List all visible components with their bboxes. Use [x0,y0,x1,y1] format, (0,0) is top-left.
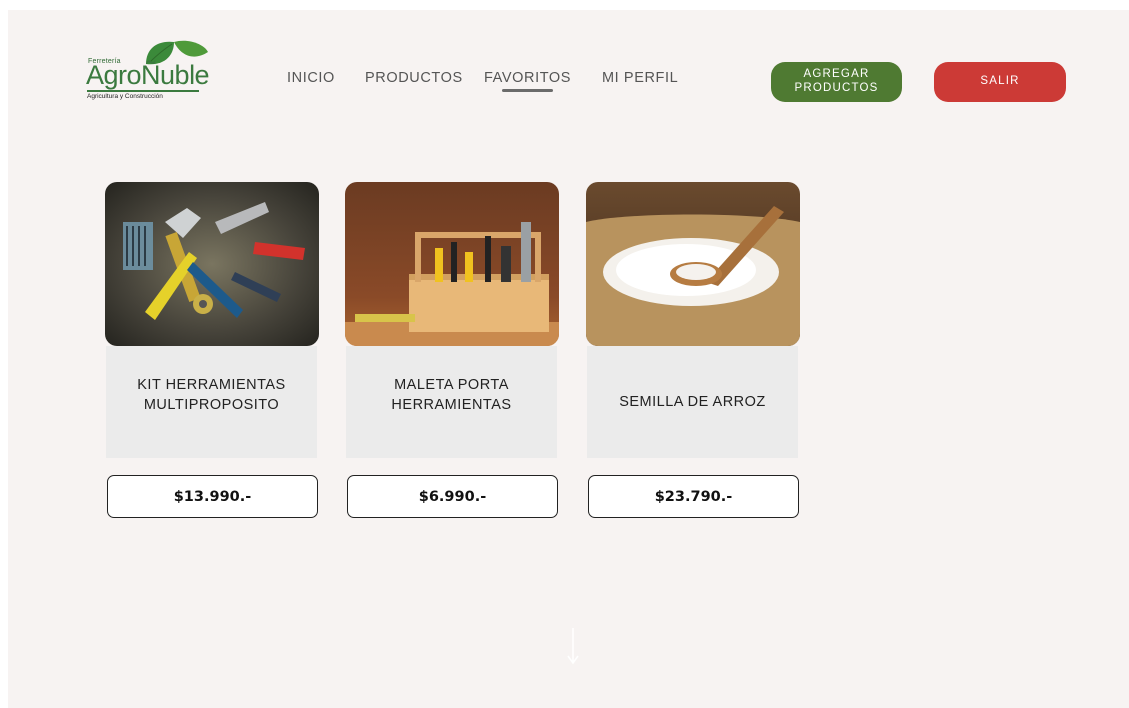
product-title: SEMILLA DE ARROZ [619,394,766,410]
nav-productos[interactable]: PRODUCTOS [365,70,463,86]
logo-subtitle: Agricultura y Construcción [87,93,163,100]
product-price[interactable]: $13.990.- [107,475,318,518]
product-image[interactable] [586,182,800,346]
product-price[interactable]: $6.990.- [347,475,558,518]
product-title: MALETA PORTA HERRAMIENTAS [391,377,512,413]
add-products-button[interactable]: AGREGAR PRODUCTOS [771,62,902,102]
nav-mi-perfil[interactable]: MI PERFIL [602,70,678,86]
logo[interactable]: Ferretería AgroÑuble Agricultura y Const… [78,38,210,112]
product-info: MALETA PORTA HERRAMIENTAS [346,346,557,458]
exit-label: SALIR [980,75,1020,88]
arrow-down-icon[interactable] [565,626,581,666]
product-image[interactable] [345,182,559,346]
nav-favoritos[interactable]: FAVORITOS [484,70,571,86]
add-products-label: AGREGAR PRODUCTOS [794,68,879,94]
nav-active-indicator [502,89,553,92]
product-image[interactable] [105,182,319,346]
exit-button[interactable]: SALIR [934,62,1066,102]
product-info: SEMILLA DE ARROZ [587,346,798,458]
product-price[interactable]: $23.790.- [588,475,799,518]
logo-divider [87,90,199,92]
logo-name: AgroÑuble [86,60,210,90]
nav-inicio[interactable]: INICIO [287,70,335,86]
product-title: KIT HERRAMIENTAS MULTIPROPOSITO [137,377,286,413]
product-info: KIT HERRAMIENTAS MULTIPROPOSITO [106,346,317,458]
